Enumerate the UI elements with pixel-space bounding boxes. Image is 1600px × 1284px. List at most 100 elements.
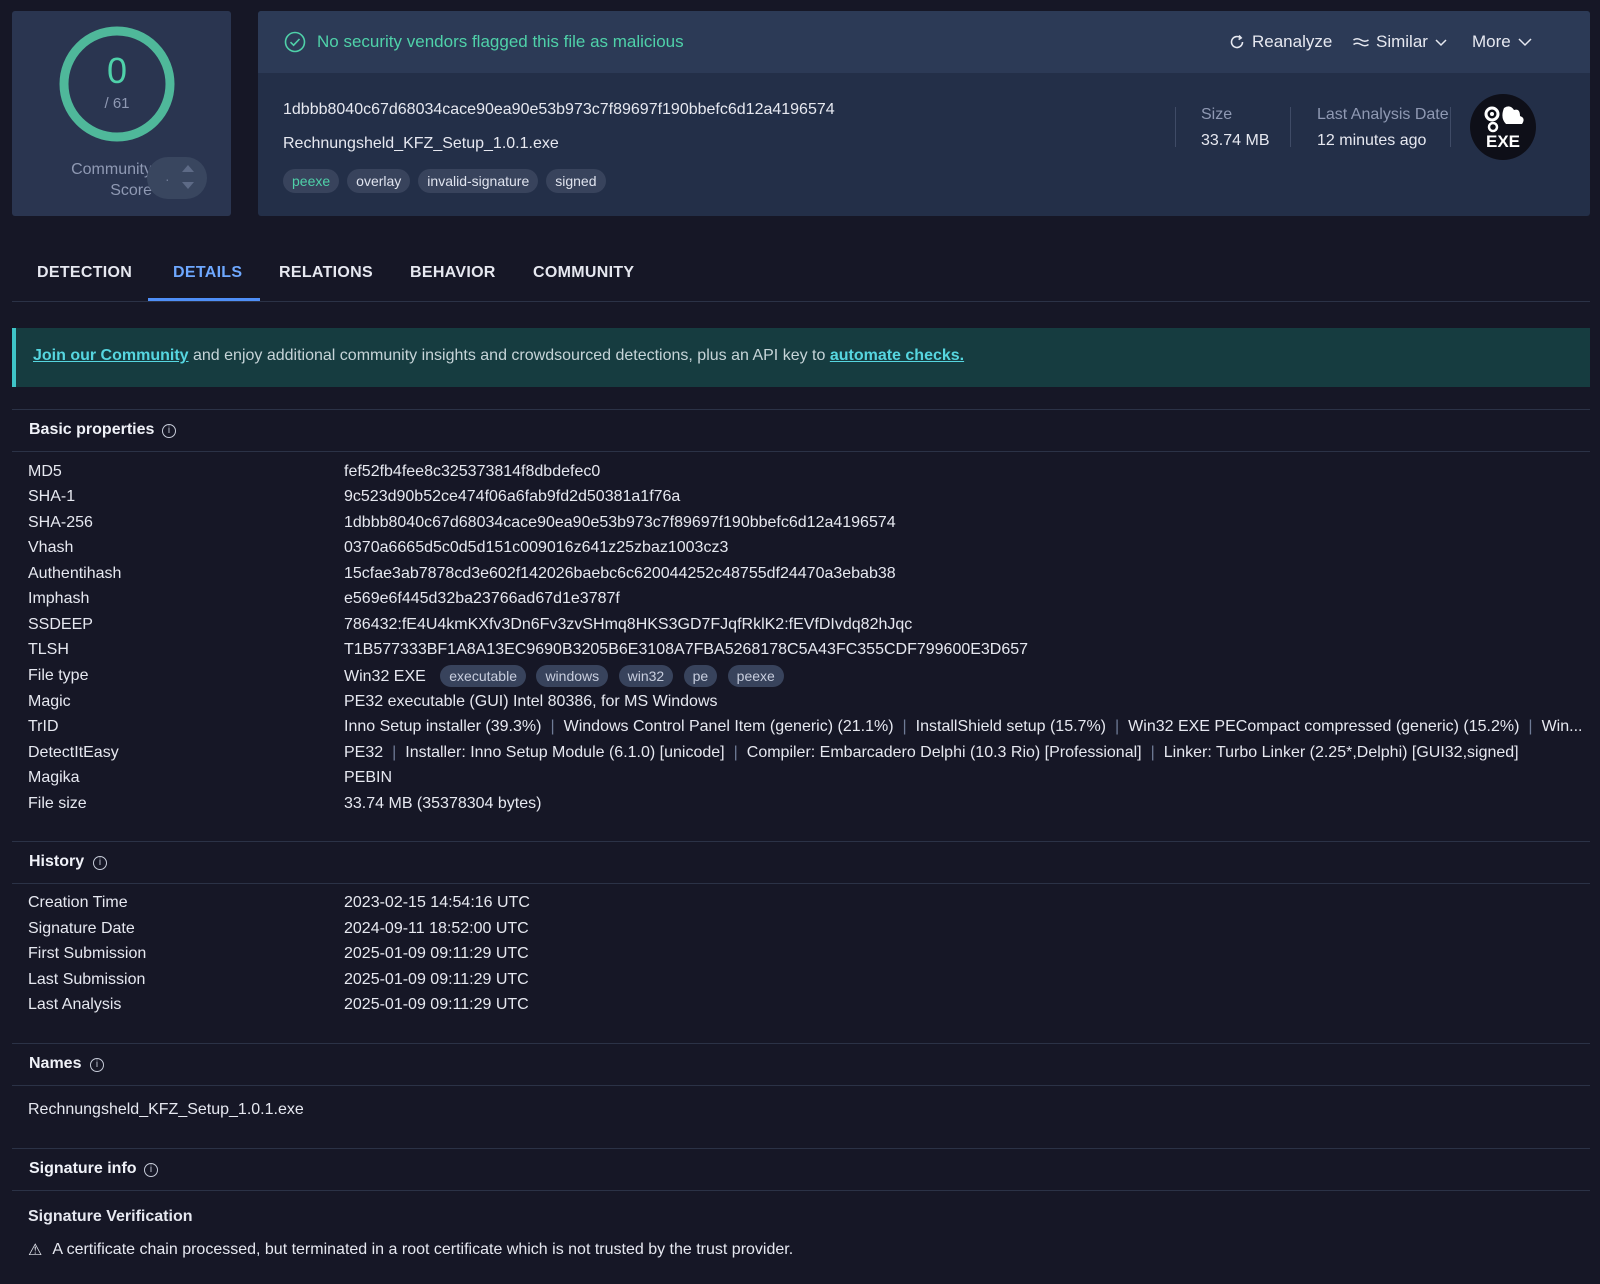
property-value: Inno Setup installer (39.3%) | Windows Con… [344, 718, 1582, 736]
detection-count: 0 [106, 50, 128, 91]
refresh-icon [1230, 34, 1244, 49]
property-row: Vhash 0370a6665d5c0d5d151c009016z641z25z… [28, 539, 1588, 564]
community-vote-widget[interactable]: · [147, 157, 207, 199]
similar-button[interactable]: Similar [1352, 30, 1448, 54]
property-value: 786432:fE4U4kmKXfv3Dn6Fv3zvSHmq8HKS3GD7F… [344, 616, 913, 633]
die-item: Linker: Turbo Linker (2.25*,Delphi) [GUI… [1163, 744, 1519, 761]
die-item: PE32 [344, 744, 384, 761]
automate-checks-link[interactable]: automate checks. [830, 347, 964, 364]
active-tab-indicator [148, 298, 260, 301]
separator: | [1150, 744, 1155, 761]
file-summary-card: No security vendors flagged this file as… [258, 11, 1590, 216]
detection-status-bar: No security vendors flagged this file as… [258, 11, 1590, 73]
info-icon[interactable]: i [90, 1058, 104, 1072]
join-community-link[interactable]: Join our Community [33, 347, 189, 364]
info-icon[interactable]: i [162, 424, 176, 438]
vote-score-dot: · [165, 171, 170, 187]
file-type-value: Win32 EXE [344, 668, 426, 685]
info-icon[interactable]: i [144, 1163, 158, 1177]
property-row: File size 33.74 MB (35378304 bytes) [28, 795, 1588, 820]
trid-item: InstallShield setup (15.7%) [915, 718, 1106, 735]
file-tag[interactable]: peexe [283, 169, 340, 193]
last-analysis-value: 12 minutes ago [1317, 132, 1427, 149]
property-value: PEBIN [344, 769, 393, 786]
property-value: PE32 | Installer: Inno Setup Module (6.1.0… [344, 744, 1519, 762]
detection-total: / 61 [104, 95, 130, 112]
property-row: Authentihash 15cfae3ab7878cd3e602f142026… [28, 565, 1588, 590]
file-sha256[interactable]: 1dbbb8040c67d68034cace90ea90e53b973c7f89… [283, 101, 835, 119]
signature-verification-label: Signature Verification [28, 1208, 193, 1225]
property-key: Magic [28, 693, 71, 710]
property-key: Vhash [28, 539, 74, 556]
property-row: Magika PEBIN [28, 769, 1588, 794]
banner-middle-text: and enjoy additional community insights … [188, 347, 830, 364]
file-type-chip[interactable]: executable [440, 665, 526, 687]
tab-details[interactable]: DETAILS [173, 264, 242, 282]
property-key: Last Submission [28, 971, 146, 988]
file-type-chip[interactable]: peexe [727, 665, 784, 687]
separator: | [550, 718, 555, 735]
section-title: Names [29, 1055, 82, 1072]
signature-info-header: Signature info i [12, 1148, 1590, 1191]
property-key: Last Analysis [28, 996, 122, 1013]
trid-item: Windows Control Panel Item (generic) (21… [563, 718, 894, 735]
community-banner: Join our Community and enjoy additional … [12, 328, 1590, 387]
vote-up-icon[interactable] [182, 165, 194, 172]
vote-down-icon[interactable] [182, 182, 194, 189]
property-row: MD5 fef52fb4fee8c325373814f8dbdefec0 [28, 463, 1588, 488]
check-circle-icon [284, 31, 306, 53]
meta-divider [1290, 107, 1291, 147]
property-row: SHA-1 9c523d90b52ce474f06a6fab9fd2d50381… [28, 488, 1588, 513]
property-key: File size [28, 795, 87, 812]
trid-item: Inno Setup installer (39.3%) [344, 718, 542, 735]
property-key: Magika [28, 769, 80, 786]
more-button[interactable]: More [1472, 30, 1533, 54]
property-key: MD5 [28, 463, 62, 480]
tab-detection[interactable]: DETECTION [37, 264, 132, 282]
property-row-detectiteasy: DetectItEasy PE32 | Installer: Inno Setup … [28, 744, 1588, 769]
warning-icon: ⚠ [28, 1242, 43, 1259]
separator: | [733, 744, 738, 761]
info-icon[interactable]: i [93, 856, 107, 870]
separator: | [902, 718, 907, 735]
property-value: Win32 EXE executable windows win32 pe pe… [344, 665, 784, 687]
separator: | [1528, 718, 1533, 735]
reanalyze-button[interactable]: Reanalyze [1228, 30, 1332, 54]
property-key: Authentihash [28, 565, 122, 582]
community-score-card: 0 / 61 Community Score · [12, 11, 231, 216]
file-name: Rechnungsheld_KFZ_Setup_1.0.1.exe [283, 135, 559, 152]
size-value: 33.74 MB [1201, 132, 1270, 149]
property-row: Imphash e569e6f445d32ba23766ad67d1e3787f [28, 590, 1588, 615]
meta-divider [1450, 107, 1451, 147]
file-type-icon: EXE [1470, 94, 1536, 160]
property-value: e569e6f445d32ba23766ad67d1e3787f [344, 590, 620, 607]
report-tabs: DETECTION DETAILS RELATIONS BEHAVIOR COM… [12, 254, 1590, 302]
property-row: TLSH T1B577333BF1A8A13EC9690B3205B6E3108… [28, 641, 1588, 666]
property-row-trid: TrID Inno Setup installer (39.3%) | Window… [28, 718, 1588, 743]
tab-relations[interactable]: RELATIONS [279, 264, 373, 282]
names-header: Names i [12, 1043, 1590, 1086]
file-tag[interactable]: signed [546, 169, 606, 193]
tab-behavior[interactable]: BEHAVIOR [410, 264, 496, 282]
file-tag[interactable]: invalid-signature [418, 169, 539, 193]
property-key: File type [28, 667, 89, 684]
die-item: Installer: Inno Setup Module (6.1.0) [un… [405, 744, 725, 761]
exe-file-icon: EXE [1484, 106, 1524, 151]
property-value: 2023-02-15 14:54:16 UTC [344, 894, 530, 911]
chevron-down-icon [1518, 38, 1532, 47]
tab-community[interactable]: COMMUNITY [533, 264, 634, 282]
file-type-chip[interactable]: win32 [618, 665, 674, 687]
property-row-file-type: File type Win32 EXE executable windows w… [28, 665, 1588, 692]
trid-item: Win... [1541, 718, 1583, 735]
property-value: 33.74 MB (35378304 bytes) [344, 795, 542, 812]
separator: | [392, 744, 397, 761]
file-tag[interactable]: overlay [347, 169, 411, 193]
reanalyze-label: Reanalyze [1252, 32, 1333, 51]
file-type-chip[interactable]: pe [683, 665, 718, 687]
separator: | [1115, 718, 1120, 735]
file-type-chip[interactable]: windows [536, 665, 609, 687]
signature-warning: ⚠ A certificate chain processed, but ter… [28, 1240, 793, 1260]
more-label: More [1472, 32, 1511, 51]
community-banner-text: Join our Community and enjoy additional … [33, 347, 964, 365]
property-row: Signature Date 2024-09-11 18:52:00 UTC [28, 920, 1588, 945]
